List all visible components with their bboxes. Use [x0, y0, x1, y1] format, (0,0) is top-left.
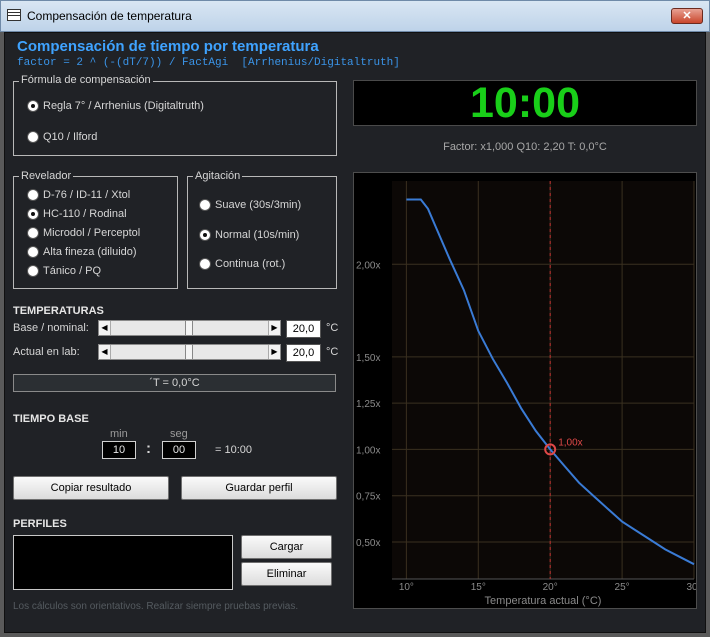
radio-d76-label[interactable]: D-76 / ID-11 / Xtol — [43, 189, 130, 201]
actual-temp-value[interactable]: 20,0 — [286, 344, 321, 362]
delete-profile-button[interactable]: Eliminar — [241, 562, 332, 586]
radio-suave-label[interactable]: Suave (30s/3min) — [215, 199, 301, 211]
radio-normal[interactable] — [199, 229, 211, 241]
copy-result-button[interactable]: Copiar resultado — [13, 476, 169, 500]
y-tick-label: 1,00x — [356, 445, 380, 456]
radio-d76[interactable] — [27, 189, 39, 201]
radio-tanico-label[interactable]: Tánico / PQ — [43, 265, 101, 277]
y-tick-label: 0,50x — [356, 538, 380, 549]
slider-thumb[interactable] — [185, 345, 193, 359]
temperatures-title: TEMPERATURAS — [13, 305, 104, 317]
radio-alta-fineza[interactable] — [27, 246, 39, 258]
base-time-title: TIEMPO BASE — [13, 413, 89, 425]
marker-label: 1,00x — [558, 437, 582, 448]
radio-microdol-label[interactable]: Microdol / Perceptol — [43, 227, 140, 239]
time-separator: : — [146, 440, 151, 457]
actual-temp-label: Actual en lab: — [13, 346, 80, 358]
x-tick-label: 20° — [543, 582, 558, 593]
radio-q10-label[interactable]: Q10 / Ilford — [43, 131, 97, 143]
x-tick-label: 10° — [399, 582, 414, 593]
base-time-result: = 10:00 — [215, 444, 253, 456]
developer-group-legend: Revelador — [19, 170, 74, 183]
load-profile-button[interactable]: Cargar — [241, 535, 332, 559]
profiles-list[interactable] — [13, 535, 233, 590]
radio-hc110[interactable] — [27, 208, 39, 220]
y-tick-label: 1,50x — [356, 353, 380, 364]
window-title: Compensación de temperatura — [27, 9, 192, 23]
radio-suave[interactable] — [199, 199, 211, 211]
formula-group-legend: Fórmula de compensación — [19, 74, 153, 87]
radio-continua[interactable] — [199, 258, 211, 270]
radio-normal-label[interactable]: Normal (10s/min) — [215, 229, 299, 241]
base-temp-value[interactable]: 20,0 — [286, 320, 321, 338]
slider-left-arrow-icon[interactable]: ◀ — [99, 345, 111, 359]
close-button[interactable]: ✕ — [671, 8, 703, 24]
plot-area — [392, 181, 694, 579]
radio-continua-label[interactable]: Continua (rot.) — [215, 258, 285, 270]
clock-value: 10:00 — [470, 79, 580, 127]
y-tick-label: 0,75x — [356, 492, 380, 503]
base-temp-label: Base / nominal: — [13, 322, 89, 334]
formula-text: factor = 2 ^ (-(dT/7)) / FactAgi [Arrhen… — [17, 57, 400, 69]
formula-group — [13, 81, 337, 156]
radio-alta-fineza-label[interactable]: Alta fineza (diluido) — [43, 246, 137, 258]
radio-microdol[interactable] — [27, 227, 39, 239]
profiles-title: PERFILES — [13, 518, 67, 530]
base-temp-slider[interactable]: ◀ ▶ — [98, 320, 281, 336]
compensation-chart: 10° 15° 20° 25° 30° 0,50x 0,75x 1,00x 1,25x 1,50x… — [353, 172, 702, 609]
seconds-input[interactable]: 00 — [162, 441, 196, 459]
radio-hc110-label[interactable]: HC-110 / Rodinal — [43, 208, 127, 220]
minutes-input[interactable]: 10 — [102, 441, 136, 459]
radio-q10[interactable] — [27, 131, 39, 143]
save-profile-button[interactable]: Guardar perfil — [181, 476, 337, 500]
disclaimer-note: Los cálculos son orientativos. Realizar … — [13, 601, 299, 612]
agitation-group-legend: Agitación — [193, 170, 243, 183]
delta-temp-readout: ´T = 0,0°C — [13, 374, 336, 392]
page-title: Compensación de tiempo por temperatura — [17, 38, 319, 55]
seconds-label: seg — [170, 428, 188, 440]
radio-tanico[interactable] — [27, 265, 39, 277]
radio-regla7-label[interactable]: Regla 7° / Arrhenius (Digitaltruth) — [43, 100, 204, 112]
actual-temp-unit: °C — [326, 346, 339, 358]
slider-right-arrow-icon[interactable]: ▶ — [268, 345, 280, 359]
chart-svg: 10° 15° 20° 25° 30° 0,50x 0,75x 1,00x 1,25x 1,50x… — [356, 181, 702, 607]
radio-regla7[interactable] — [27, 100, 39, 112]
y-tick-label: 2,00x — [356, 260, 380, 271]
y-tick-label: 1,25x — [356, 399, 380, 410]
actual-temp-slider[interactable]: ◀ ▶ — [98, 344, 281, 360]
slider-left-arrow-icon[interactable]: ◀ — [99, 321, 111, 335]
x-tick-label: 15° — [471, 582, 486, 593]
minutes-label: min — [110, 428, 128, 440]
slider-right-arrow-icon[interactable]: ▶ — [268, 321, 280, 335]
factor-readout: Factor: x1,000 Q10: 2,20 T: 0,0°C — [443, 141, 607, 153]
x-axis-label: Temperatura actual (°C) — [485, 595, 602, 607]
base-temp-unit: °C — [326, 322, 339, 334]
app-icon — [7, 9, 21, 21]
x-tick-label: 25° — [615, 582, 630, 593]
slider-thumb[interactable] — [185, 321, 193, 335]
x-tick-label: 30° — [686, 582, 696, 593]
